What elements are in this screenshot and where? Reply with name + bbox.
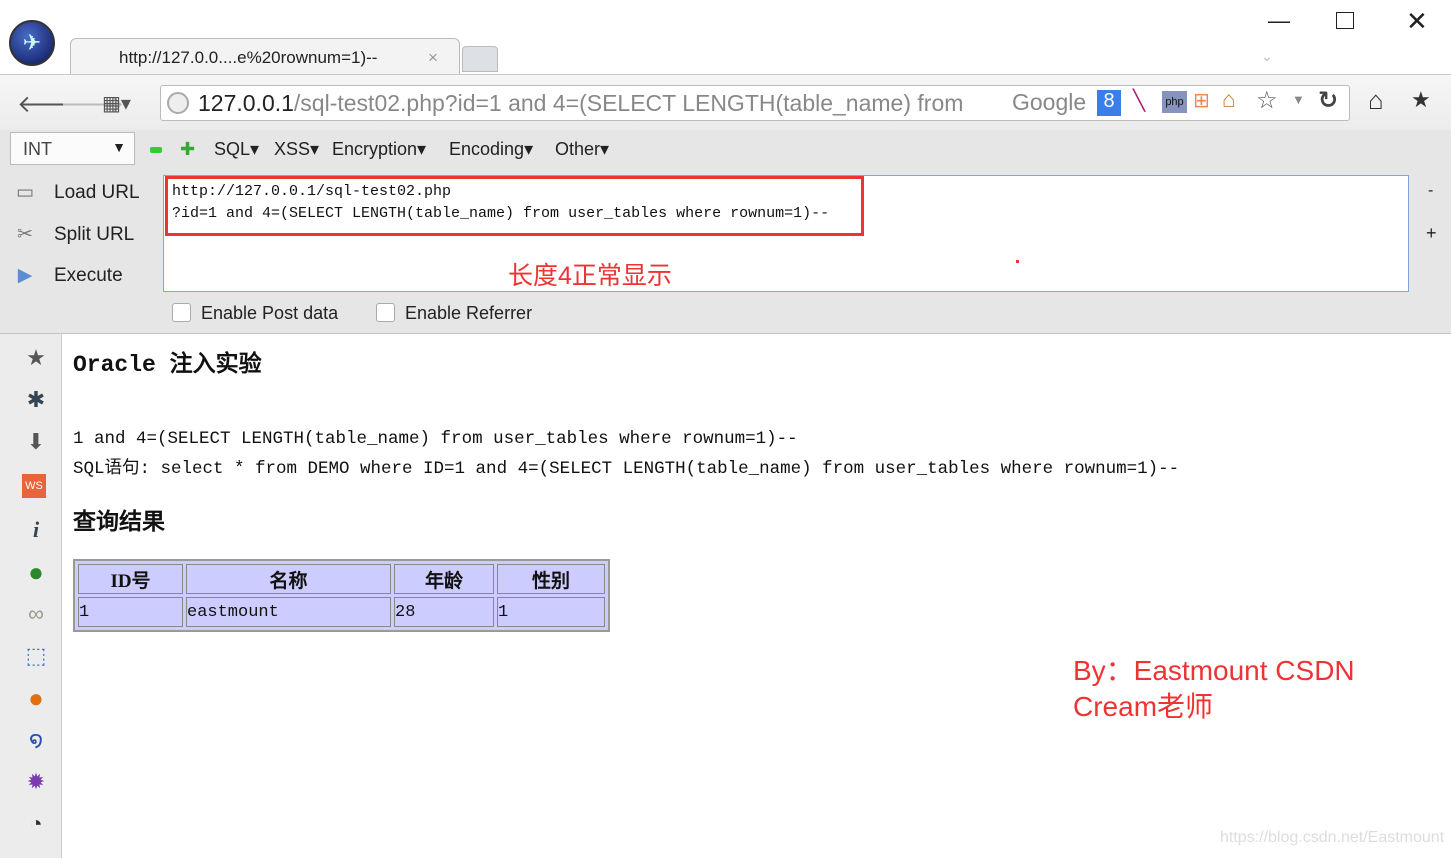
tab-list-chevron-icon[interactable]: ⌄ — [1261, 48, 1273, 65]
puzzle-icon[interactable]: ✱ — [22, 386, 50, 414]
menu-sql[interactable]: SQL▾ — [214, 139, 259, 160]
green-orb-icon[interactable]: ● — [22, 558, 50, 586]
home-icon[interactable]: ⌂ — [1368, 85, 1384, 116]
seahorse-icon[interactable]: ໑ — [22, 726, 50, 754]
hackbar-panel: INT ▼ ✚ SQL▾ XSS▾ Encryption▾ Encoding▾ O… — [0, 130, 1451, 334]
star-icon[interactable]: ★ — [22, 344, 50, 372]
menu-encoding[interactable]: Encoding▾ — [449, 139, 533, 160]
cell-age: 28 — [394, 597, 494, 627]
page-title: Oracle 注入实验 — [73, 352, 262, 378]
browser-tab[interactable]: http://127.0.0....e%20rownum=1)-- × — [70, 38, 460, 76]
expand-button[interactable]: + — [1426, 223, 1437, 244]
dropdown-icon[interactable]: ▼ — [1292, 92, 1305, 107]
header-gender: 性别 — [497, 564, 605, 594]
ws-icon[interactable]: WS — [22, 474, 46, 498]
signature-line-1: By：Eastmount CSDN — [1073, 655, 1355, 686]
annotation-text: 长度4正常显示 — [508, 262, 672, 290]
sql-statement: SQL语句: select * from DEMO where ID=1 and… — [73, 459, 1180, 479]
execute-button[interactable]: ▶ Execute — [12, 264, 123, 287]
search-engine-label[interactable]: Google — [1012, 89, 1086, 116]
play-icon: ▶ — [17, 265, 33, 286]
cell-id: 1 — [78, 597, 183, 627]
tab-title: http://127.0.0....e%20rownum=1)-- — [119, 48, 378, 67]
checkbox-box — [376, 303, 395, 322]
split-url-button[interactable]: ✂ Split URL — [12, 223, 134, 246]
shrink-button[interactable]: - — [1428, 182, 1433, 200]
header-id: ID号 — [78, 564, 183, 594]
home-addon-icon[interactable]: ⌂ — [1222, 86, 1236, 113]
cookie-icon[interactable]: ◔ — [22, 810, 50, 838]
addon-sidebar: ★ ✱ ⬇ WS i ● ∞ ⬚ ● ໑ ✹ ◔ — [0, 334, 62, 858]
bookmark-star-icon[interactable]: ☆ — [1256, 86, 1278, 115]
owasp-logo-icon: ✈ — [9, 20, 55, 66]
menu-encryption[interactable]: Encryption▾ — [332, 139, 426, 160]
google-icon[interactable]: 8 — [1097, 90, 1121, 116]
header-age: 年龄 — [394, 564, 494, 594]
red-dot — [1016, 260, 1019, 263]
header-name: 名称 — [186, 564, 391, 594]
close-icon[interactable]: ✕ — [1406, 6, 1428, 37]
signature-line-2: Cream老师 — [1073, 691, 1214, 722]
virus-icon[interactable]: ✹ — [22, 768, 50, 796]
load-url-button[interactable]: ▭ Load URL — [12, 181, 140, 204]
menu-xss[interactable]: XSS▾ — [274, 139, 319, 160]
menu-other[interactable]: Other▾ — [555, 139, 609, 160]
input-echo: 1 and 4=(SELECT LENGTH(table_name) from … — [73, 429, 798, 449]
link-icon[interactable]: ∞ — [22, 600, 50, 628]
bookmarks-icon[interactable]: ★ — [1411, 87, 1431, 113]
tab-close-icon[interactable]: × — [428, 48, 438, 68]
maximize-icon[interactable] — [1336, 12, 1354, 29]
reload-icon[interactable]: ↻ — [1318, 86, 1338, 115]
watermark: https://blog.csdn.net/Eastmount — [1220, 829, 1445, 846]
info-icon[interactable]: i — [22, 516, 50, 544]
speed-dial-icon[interactable]: ▦▾ — [102, 91, 131, 116]
l-orb-icon[interactable]: ● — [22, 684, 50, 712]
table-header-row: ID号 名称 年龄 性别 — [78, 564, 605, 594]
minus-icon[interactable] — [150, 147, 162, 153]
scissors-icon: ✂ — [17, 224, 33, 245]
minimize-icon[interactable]: — — [1268, 8, 1290, 34]
result-heading: 查询结果 — [73, 508, 165, 535]
cell-gender: 1 — [497, 597, 605, 627]
navigation-bar: 🡐 🡒 ▦▾ 127.0.0.1/sql-test02.php?id=1 and… — [0, 74, 1451, 130]
windows-icon[interactable]: ⊞ — [1193, 88, 1210, 113]
enable-post-checkbox[interactable]: Enable Post data — [172, 303, 338, 324]
table-row: 1 eastmount 28 1 — [78, 597, 605, 627]
chevron-down-icon: ▼ — [112, 139, 126, 155]
type-select[interactable]: INT ▼ — [10, 132, 135, 165]
signature: By：Eastmount CSDN Cream老师 — [1073, 653, 1355, 725]
title-bar: ✈ http://127.0.0....e%20rownum=1)-- × — ✕… — [0, 0, 1451, 76]
checkbox-box — [172, 303, 191, 322]
type-select-value: INT — [23, 139, 52, 159]
download-icon[interactable]: ⬇ — [22, 428, 50, 456]
feather-icon[interactable]: ╲ — [1133, 88, 1145, 113]
cell-name: eastmount — [186, 597, 391, 627]
plus-icon[interactable]: ✚ — [180, 139, 195, 160]
new-tab-button[interactable] — [462, 46, 498, 72]
select-cursor-icon[interactable]: ⬚ — [22, 642, 50, 670]
php-icon[interactable]: php — [1162, 91, 1187, 113]
enable-referrer-checkbox[interactable]: Enable Referrer — [376, 303, 532, 324]
load-url-icon: ▭ — [16, 182, 34, 203]
highlight-box — [165, 176, 864, 236]
globe-icon — [167, 92, 189, 114]
result-table: ID号 名称 年龄 性别 1 eastmount 28 1 — [73, 559, 610, 632]
